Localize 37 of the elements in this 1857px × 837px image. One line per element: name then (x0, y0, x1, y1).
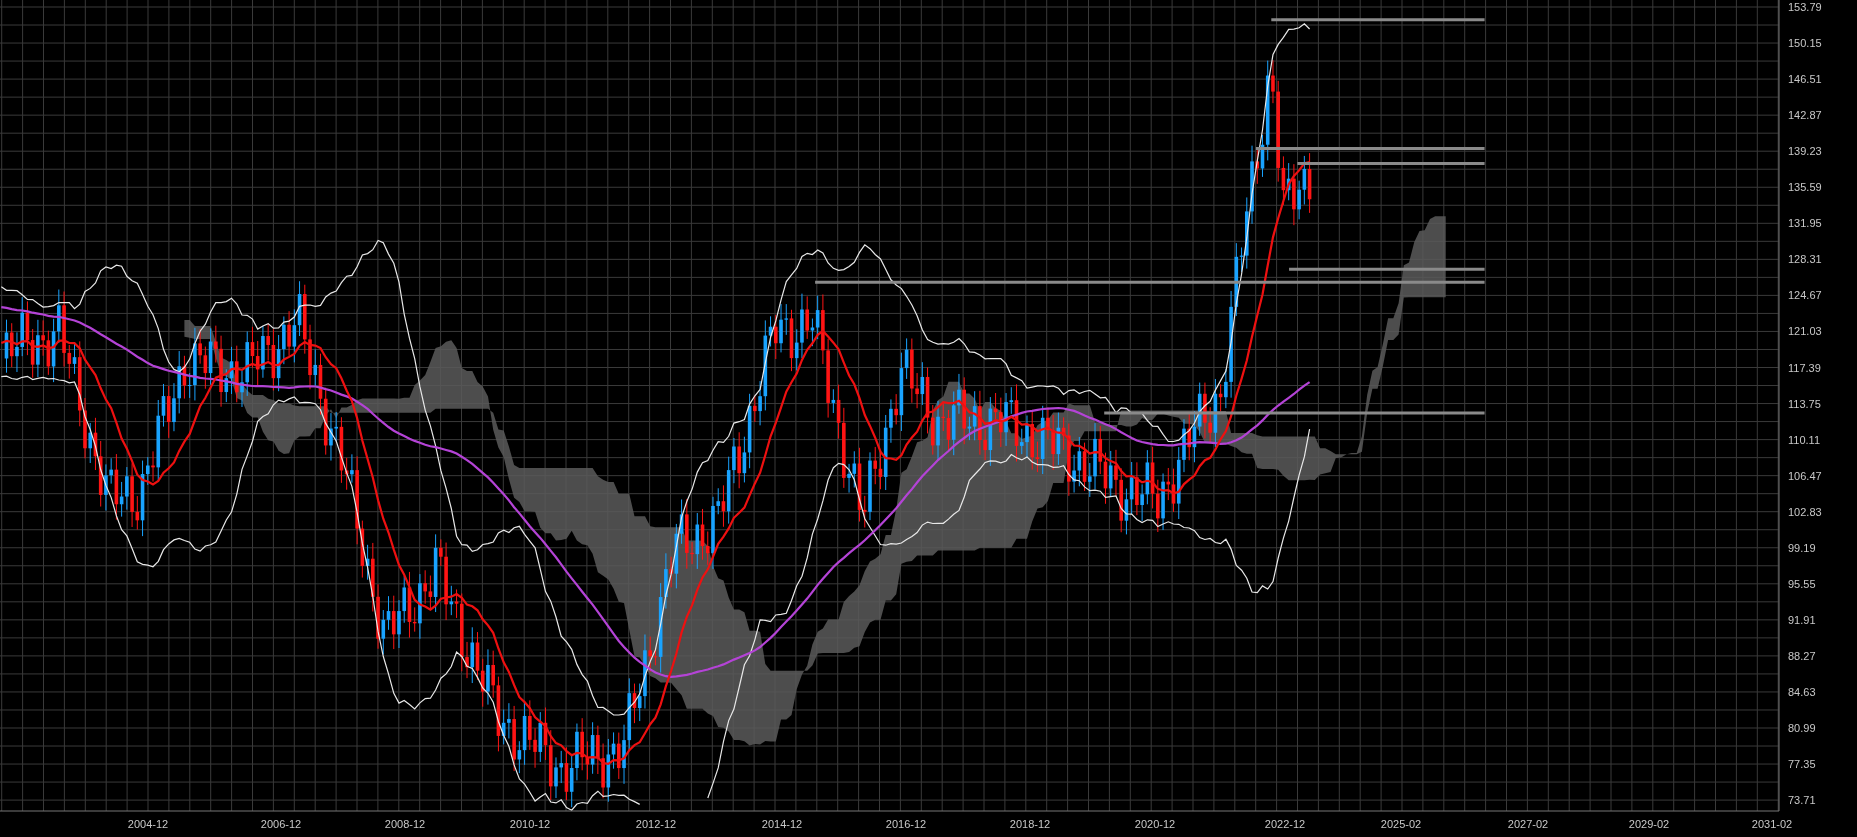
price-axis-label: 146.51 (1788, 73, 1822, 86)
price-axis-label: 153.79 (1788, 1, 1822, 13)
date-axis-label: 2016-12 (885, 818, 927, 830)
price-axis-label: 106.47 (1788, 469, 1822, 482)
price-axis-label: 88.27 (1788, 649, 1816, 662)
price-axis-label: 124.67 (1788, 289, 1822, 302)
date-axis-label: 2020-12 (1134, 818, 1176, 830)
date-axis-label: 2014-12 (761, 818, 803, 830)
price-axis-label: 128.31 (1788, 253, 1822, 266)
date-axis-label: 2022-12 (1264, 818, 1306, 830)
price-axis-label: 139.23 (1788, 145, 1822, 158)
price-axis-label: 110.11 (1788, 433, 1820, 446)
date-axis-label: 2029-02 (1628, 818, 1670, 830)
price-axis-label: 77.35 (1788, 758, 1816, 771)
price-axis-label: 135.59 (1788, 181, 1822, 194)
date-axis-label: 2031-02 (1751, 818, 1793, 830)
price-axis-label: 80.99 (1788, 722, 1816, 734)
price-axis-label: 117.39 (1788, 361, 1821, 374)
date-axis-label: 2008-12 (384, 818, 426, 830)
price-axis-label: 95.55 (1788, 577, 1816, 590)
price-axis-label: 142.87 (1788, 109, 1822, 122)
date-axis-label: 2010-12 (509, 818, 551, 830)
price-axis-label: 121.03 (1788, 325, 1822, 338)
date-axis-label: 2025-02 (1380, 818, 1422, 830)
price-axis-label: 150.15 (1788, 37, 1822, 50)
date-axis-label: 2027-02 (1507, 818, 1549, 830)
date-axis-label: 2012-12 (635, 818, 677, 830)
price-axis-label: 131.95 (1788, 217, 1822, 230)
price-axis-label: 84.63 (1788, 685, 1816, 698)
price-axis-label: 102.83 (1788, 505, 1822, 518)
price-axis-label: 113.75 (1788, 397, 1821, 410)
date-axis-label: 2018-12 (1009, 818, 1051, 830)
price-axis-label: 99.19 (1788, 541, 1816, 554)
date-axis-label: 2006-12 (260, 818, 302, 830)
price-axis-label: 91.91 (1788, 613, 1816, 626)
date-axis-label: 2004-12 (127, 818, 169, 830)
price-axis-label: 73.71 (1788, 794, 1816, 807)
